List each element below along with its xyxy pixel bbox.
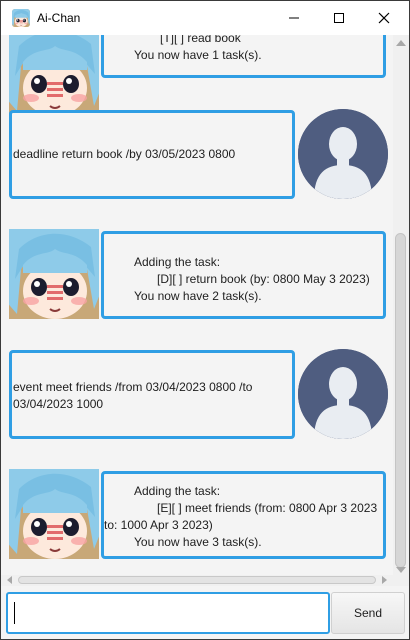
user-avatar xyxy=(298,349,388,439)
anime-girl-avatar-icon xyxy=(9,35,99,116)
message-line: You now have 1 task(s). xyxy=(134,48,262,62)
message-line: [E][ ] meet friends (from: 0800 Apr 3 20… xyxy=(157,501,378,515)
message-line: Adding the task: xyxy=(134,255,221,269)
dialog-scroll-pane[interactable]: [T][ ] read book You now have 1 task(s).… xyxy=(1,35,409,586)
message-line: [D][ ] return book (by: 0800 May 3 2023) xyxy=(157,272,370,286)
bot-avatar xyxy=(9,229,99,319)
user-silhouette-icon xyxy=(298,349,388,439)
user-avatar xyxy=(298,109,388,199)
minimize-button[interactable] xyxy=(271,1,317,35)
scroll-up-icon[interactable] xyxy=(396,40,406,46)
scroll-down-icon[interactable] xyxy=(396,567,406,573)
user-message-bubble: event meet friends /from 03/04/2023 0800… xyxy=(9,350,295,439)
message-line: [T][ ] read book xyxy=(160,35,241,45)
app-window: Ai-Chan [T][ ] read book You now have 1 … xyxy=(0,0,410,640)
app-icon xyxy=(12,9,30,27)
horizontal-scrollbar[interactable] xyxy=(1,575,393,586)
title-bar[interactable]: Ai-Chan xyxy=(1,1,409,35)
dialog-container: [T][ ] read book You now have 1 task(s).… xyxy=(1,35,393,586)
bot-avatar xyxy=(9,35,99,116)
anime-girl-avatar-icon xyxy=(9,229,99,319)
vertical-scroll-thumb[interactable] xyxy=(395,233,406,568)
close-button[interactable] xyxy=(361,1,407,35)
input-row: Send xyxy=(1,586,409,639)
bot-message-bubble: Adding the task: [D][ ] return book (by:… xyxy=(101,231,386,319)
scroll-right-icon[interactable] xyxy=(382,576,387,584)
bot-message-bubble: Adding the task: [E][ ] meet friends (fr… xyxy=(101,471,386,559)
message-line: You now have 3 task(s). xyxy=(134,535,262,549)
message-line: You now have 2 task(s). xyxy=(134,289,262,303)
window-title: Ai-Chan xyxy=(37,11,81,25)
send-button[interactable]: Send xyxy=(331,592,405,634)
message-line: Adding the task: xyxy=(134,484,221,498)
message-input[interactable] xyxy=(6,592,330,634)
user-message-bubble: deadline return book /by 03/05/2023 0800 xyxy=(9,110,295,199)
horizontal-scroll-thumb[interactable] xyxy=(18,576,376,584)
vertical-scrollbar[interactable] xyxy=(393,35,409,586)
scroll-left-icon[interactable] xyxy=(7,576,12,584)
user-silhouette-icon xyxy=(298,109,388,199)
close-icon xyxy=(378,12,390,24)
maximize-button[interactable] xyxy=(316,1,362,35)
message-line: deadline return book /by 03/05/2023 0800 xyxy=(13,147,236,161)
bot-message-bubble: [T][ ] read book You now have 1 task(s). xyxy=(101,35,386,78)
minimize-icon xyxy=(289,17,299,19)
bot-avatar xyxy=(9,469,99,559)
message-line: event meet friends /from 03/04/2023 0800… xyxy=(13,380,253,411)
message-line: to: 1000 Apr 3 2023) xyxy=(104,518,213,532)
anime-girl-avatar-icon xyxy=(9,469,99,559)
text-caret xyxy=(14,602,15,624)
maximize-icon xyxy=(334,13,344,23)
